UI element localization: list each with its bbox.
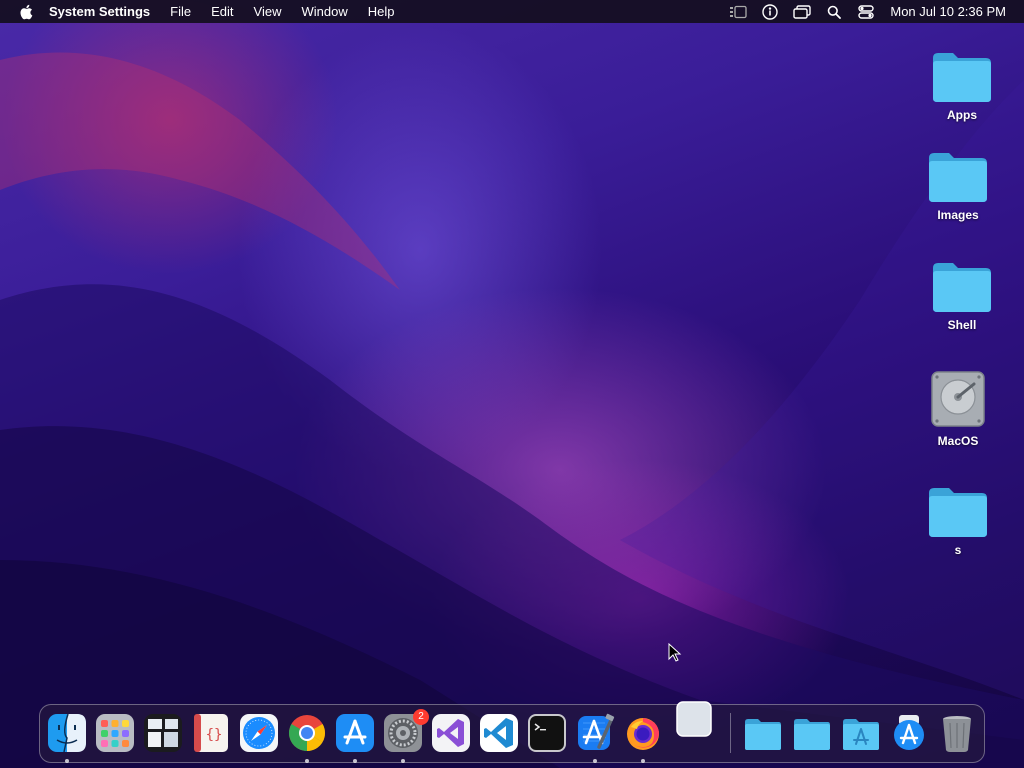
script-editor-icon: {} xyxy=(194,714,228,752)
desktop-folder-apps[interactable]: Apps xyxy=(922,50,1002,122)
dock-trash[interactable] xyxy=(937,713,977,753)
desktop-wallpaper xyxy=(0,0,1024,768)
dock-script-editor[interactable]: {} xyxy=(191,713,231,753)
applications-folder-icon xyxy=(843,719,879,750)
menu-edit[interactable]: Edit xyxy=(201,0,243,23)
desktop-folder-s[interactable]: s xyxy=(918,485,998,557)
dock-xcode[interactable] xyxy=(575,713,615,763)
dock-folder-stack[interactable] xyxy=(743,713,783,753)
desktop-icon-label: MacOS xyxy=(937,434,979,448)
dock-chrome[interactable] xyxy=(287,713,327,763)
dock-mission-control[interactable] xyxy=(143,713,183,753)
folder-icon xyxy=(933,53,991,102)
folder-icon xyxy=(933,263,991,312)
screen-mirroring-icon[interactable] xyxy=(786,0,818,23)
menu-bar: System Settings File Edit View Window He… xyxy=(0,0,1024,23)
app-store-icon xyxy=(336,714,374,752)
menu-window[interactable]: Window xyxy=(291,0,357,23)
desktop-icon-label: Images xyxy=(937,208,979,222)
dock-firefox[interactable] xyxy=(623,713,663,763)
finder-icon xyxy=(48,713,86,753)
dock-terminal[interactable] xyxy=(527,713,567,753)
dock-blank-window[interactable] xyxy=(674,699,714,739)
trash-icon xyxy=(943,716,971,752)
desktop-drive-macos[interactable]: MacOS xyxy=(918,368,998,448)
dock-finder[interactable] xyxy=(47,713,87,763)
menu-help[interactable]: Help xyxy=(358,0,405,23)
launchpad-icon xyxy=(96,714,134,752)
app-name-menu[interactable]: System Settings xyxy=(39,0,160,23)
running-indicator xyxy=(401,759,405,763)
dock-system-settings[interactable]: 2 xyxy=(383,709,429,763)
safari-icon xyxy=(240,714,278,752)
folder-icon xyxy=(929,153,987,202)
folder-stack-icon xyxy=(794,719,830,750)
dock-app-store[interactable] xyxy=(335,713,375,763)
dock: {} 2 xyxy=(39,701,985,763)
xcode-icon xyxy=(578,713,615,750)
dock-vscode[interactable] xyxy=(479,713,519,753)
chrome-icon xyxy=(288,715,325,752)
accessibility-icon[interactable] xyxy=(754,0,786,23)
blank-window-icon xyxy=(676,701,712,737)
desktop-folder-shell[interactable]: Shell xyxy=(922,260,1002,332)
apple-icon[interactable] xyxy=(19,4,33,20)
desktop-icon-label: Shell xyxy=(947,318,977,332)
menu-file[interactable]: File xyxy=(160,0,201,23)
running-indicator xyxy=(305,759,309,763)
app-store-downloads-icon xyxy=(894,715,924,750)
mission-control-icon xyxy=(144,714,182,752)
running-indicator xyxy=(593,759,597,763)
menu-view[interactable]: View xyxy=(244,0,292,23)
desktop-folder-images[interactable]: Images xyxy=(918,150,998,222)
dock-safari[interactable] xyxy=(239,713,279,753)
dock-folder-stack[interactable] xyxy=(792,713,832,753)
menubar-clock[interactable]: Mon Jul 10 2:36 PM xyxy=(882,4,1024,19)
desktop-icon-label: Apps xyxy=(947,108,977,122)
firefox-icon xyxy=(627,718,659,750)
dock-visual-studio[interactable] xyxy=(431,713,471,753)
notification-badge: 2 xyxy=(413,709,429,725)
dock-launchpad[interactable] xyxy=(95,713,135,753)
mouse-cursor-icon xyxy=(668,643,682,662)
control-center-icon[interactable] xyxy=(850,0,882,23)
stage-manager-icon[interactable] xyxy=(722,0,754,23)
hard-drive-icon xyxy=(931,371,985,427)
dock-separator xyxy=(730,713,731,753)
running-indicator xyxy=(65,759,69,763)
spotlight-search-icon[interactable] xyxy=(818,0,850,23)
terminal-icon xyxy=(528,714,566,752)
vscode-icon xyxy=(480,714,518,752)
folder-icon xyxy=(929,488,987,537)
dock-applications-folder[interactable] xyxy=(841,713,881,753)
visual-studio-icon xyxy=(432,714,470,752)
svg-text:{}: {} xyxy=(206,727,223,743)
desktop-icon-label: s xyxy=(954,543,962,557)
running-indicator xyxy=(353,759,357,763)
running-indicator xyxy=(641,759,645,763)
folder-stack-icon xyxy=(745,719,781,750)
dock-app-store-downloads[interactable] xyxy=(889,713,929,753)
